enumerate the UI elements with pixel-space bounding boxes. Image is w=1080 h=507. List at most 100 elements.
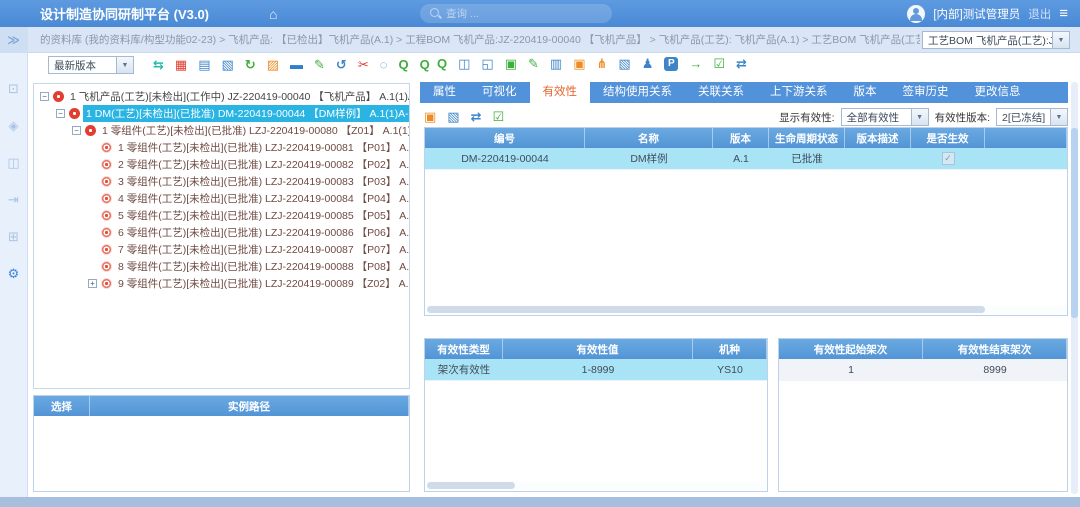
effectivity-type-table: 有效性类型有效性值机种架次有效性1-8999YS10 xyxy=(424,338,768,492)
tree-node[interactable]: 4 零组件(工艺)[未检出](已批准) LZJ-220419-00084 【P0… xyxy=(34,190,409,207)
table-row[interactable]: 架次有效性1-8999YS10 xyxy=(425,359,767,381)
tree-node[interactable]: 8 零组件(工艺)[未检出](已批准) LZJ-220419-00088 【P0… xyxy=(34,258,409,275)
column-header: 版本 xyxy=(713,128,769,148)
vertical-scrollbar[interactable] xyxy=(1071,82,1078,494)
tree-node[interactable]: −1 零组件(工艺)[未检出](已批准) LZJ-220419-00080 【Z… xyxy=(34,122,409,139)
global-search[interactable]: 查询 ... xyxy=(420,4,612,23)
edit-icon[interactable]: ✎ xyxy=(314,57,325,73)
tab-item[interactable]: 版本 xyxy=(841,82,890,103)
select-region-icon[interactable]: ◌ xyxy=(380,57,388,73)
clipboard-icon[interactable]: ▥ xyxy=(550,56,562,72)
tab-item[interactable]: 可视化 xyxy=(469,82,530,103)
tree-node[interactable]: 1 零组件(工艺)[未检出](已批准) LZJ-220419-00081 【P0… xyxy=(34,139,409,156)
save-icon[interactable]: ▣ xyxy=(424,109,436,125)
cut-icon[interactable]: ✂ xyxy=(358,57,369,73)
tab-item[interactable]: 属性 xyxy=(420,82,469,103)
bom-structure-icon[interactable]: ⋔ xyxy=(597,56,608,72)
find-document-icon[interactable]: ◱ xyxy=(481,56,493,72)
tab-item[interactable]: 签审历史 xyxy=(890,82,962,103)
table-cell: 架次有效性 xyxy=(425,359,503,380)
send-icon[interactable]: → xyxy=(689,56,702,72)
expand-sidebar-button[interactable]: ≫ xyxy=(0,27,27,53)
refresh-icon[interactable]: ↻ xyxy=(245,57,256,73)
collapse-expander-icon[interactable]: − xyxy=(56,109,65,118)
save-icon[interactable]: ▣ xyxy=(573,56,585,72)
part-status-icon xyxy=(101,261,112,272)
search-plus-icon[interactable]: Q xyxy=(420,57,430,73)
instance-path-table: 选择实例路径 xyxy=(33,395,410,492)
version-filter-dropdown[interactable]: 最新版本 ▼ xyxy=(48,56,134,74)
collapse-expander-icon[interactable]: − xyxy=(40,92,49,101)
part-status-icon xyxy=(101,210,112,221)
checked-checkbox-icon[interactable]: ✓ xyxy=(942,152,955,165)
home-icon[interactable]: ⌂ xyxy=(269,6,277,22)
table-row[interactable]: DM-220419-00044DM样例A.1已批准✓ xyxy=(425,148,1067,170)
context-selector-dropdown[interactable]: 工艺BOM 飞机产品(工艺):JZ... ▼ xyxy=(922,31,1070,49)
column-header: 选择 xyxy=(34,396,90,416)
user-settings-icon[interactable]: ⚙ xyxy=(8,266,20,282)
show-effectivity-dropdown[interactable]: 全部有效性 ▼ xyxy=(841,108,929,126)
table-cell xyxy=(845,148,911,169)
verify-icon[interactable]: ☑ xyxy=(713,56,725,72)
column-header: 名称 xyxy=(585,128,713,148)
tree-node[interactable]: 6 零组件(工艺)[未检出](已批准) LZJ-220419-00086 【P0… xyxy=(34,224,409,241)
box-3d-icon[interactable]: ◈ xyxy=(9,118,19,134)
structure-compare-icon[interactable]: ⇆ xyxy=(153,57,164,73)
part-status-icon xyxy=(101,193,112,204)
tree-node[interactable]: 7 零组件(工艺)[未检出](已批准) LZJ-220419-00087 【P0… xyxy=(34,241,409,258)
tree-node[interactable]: +9 零组件(工艺)[未检出](已批准) LZJ-220419-00089 【Z… xyxy=(34,275,409,292)
folder-icon[interactable]: ▬ xyxy=(290,57,303,73)
context-selector-value: 工艺BOM 飞机产品(工艺):JZ... xyxy=(923,33,1052,48)
save-copy-icon[interactable]: ▧ xyxy=(222,57,234,73)
collapse-expander-icon[interactable]: − xyxy=(72,126,81,135)
tab-item[interactable]: 更改信息 xyxy=(962,82,1034,103)
column-header: 编号 xyxy=(425,128,585,148)
layers-icon[interactable]: ◫ xyxy=(7,155,19,171)
new-item-icon[interactable]: ▧ xyxy=(447,109,459,125)
tab-active[interactable]: 有效性 xyxy=(530,82,591,103)
edit-document-icon[interactable]: ✎ xyxy=(528,56,539,72)
verify-icon[interactable]: ☑ xyxy=(493,109,505,125)
delete-icon[interactable]: ▦ xyxy=(175,57,187,73)
swap-icon[interactable]: ⇄ xyxy=(736,56,747,72)
scrollbar-thumb[interactable] xyxy=(427,482,515,489)
swap-icon[interactable]: ⇄ xyxy=(471,109,482,125)
tree-node-label: 7 零组件(工艺)[未检出](已批准) LZJ-220419-00087 【P0… xyxy=(115,241,410,258)
hamburger-menu-icon[interactable]: ≡ xyxy=(1059,5,1068,22)
copy-note-icon[interactable]: ▨ xyxy=(267,57,279,73)
scrollbar-thumb[interactable] xyxy=(427,306,985,313)
tab-item[interactable]: 结构使用关系 xyxy=(590,82,685,103)
search-icon[interactable]: Q xyxy=(437,56,447,72)
logout-button[interactable]: 退出 xyxy=(1028,6,1051,22)
expand-expander-icon[interactable]: + xyxy=(88,279,97,288)
tree-node[interactable]: 5 零组件(工艺)[未检出](已批准) LZJ-220419-00085 【P0… xyxy=(34,207,409,224)
save-version-icon[interactable]: ▤ xyxy=(198,57,210,73)
tree-node[interactable]: −1 飞机产品(工艺)[未检出](工作中) JZ-220419-00040 【飞… xyxy=(34,88,409,105)
tree-node[interactable]: 2 零组件(工艺)[未检出](已批准) LZJ-220419-00082 【P0… xyxy=(34,156,409,173)
effectivity-toolbar: ▣▧⇄☑ 显示有效性: 全部有效性 ▼ 有效性版本: 2[已冻结] ▼ xyxy=(424,106,1068,128)
scrollbar-thumb[interactable] xyxy=(1071,128,1078,318)
effectivity-version-dropdown[interactable]: 2[已冻结] ▼ xyxy=(996,108,1068,126)
user-avatar[interactable] xyxy=(907,5,925,23)
horizontal-scrollbar[interactable] xyxy=(426,481,766,490)
structure-tree-panel: −1 飞机产品(工艺)[未检出](工作中) JZ-220419-00040 【飞… xyxy=(33,83,410,389)
tree-node[interactable]: −1 DM(工艺)[未检出](已批准) DM-220419-00044 【DM样… xyxy=(34,105,409,122)
table-row[interactable]: 18999 xyxy=(779,359,1067,381)
horizontal-scrollbar[interactable] xyxy=(426,305,1066,314)
search-icon[interactable]: Q xyxy=(398,57,408,73)
paste-icon[interactable]: ▣ xyxy=(505,56,517,72)
process-icon[interactable]: P xyxy=(664,57,678,71)
table-cell: DM样例 xyxy=(585,148,713,169)
plugin-icon[interactable]: ⇥ xyxy=(8,192,19,208)
tree-node[interactable]: 3 零组件(工艺)[未检出](已批准) LZJ-220419-00083 【P0… xyxy=(34,173,409,190)
users-icon[interactable]: ♟ xyxy=(642,56,654,72)
monitor-icon[interactable]: ⊡ xyxy=(8,81,19,97)
tab-item[interactable]: 关联关系 xyxy=(685,82,757,103)
column-header: 有效性起始架次 xyxy=(779,339,923,359)
part-status-icon xyxy=(101,159,112,170)
tab-item[interactable]: 上下游关系 xyxy=(757,82,841,103)
remote-desktop-icon[interactable]: ⊞ xyxy=(8,229,19,245)
copy-icon[interactable]: ◫ xyxy=(458,56,470,72)
new-document-icon[interactable]: ▧ xyxy=(618,56,630,72)
sync-icon[interactable]: ↺ xyxy=(336,57,347,73)
